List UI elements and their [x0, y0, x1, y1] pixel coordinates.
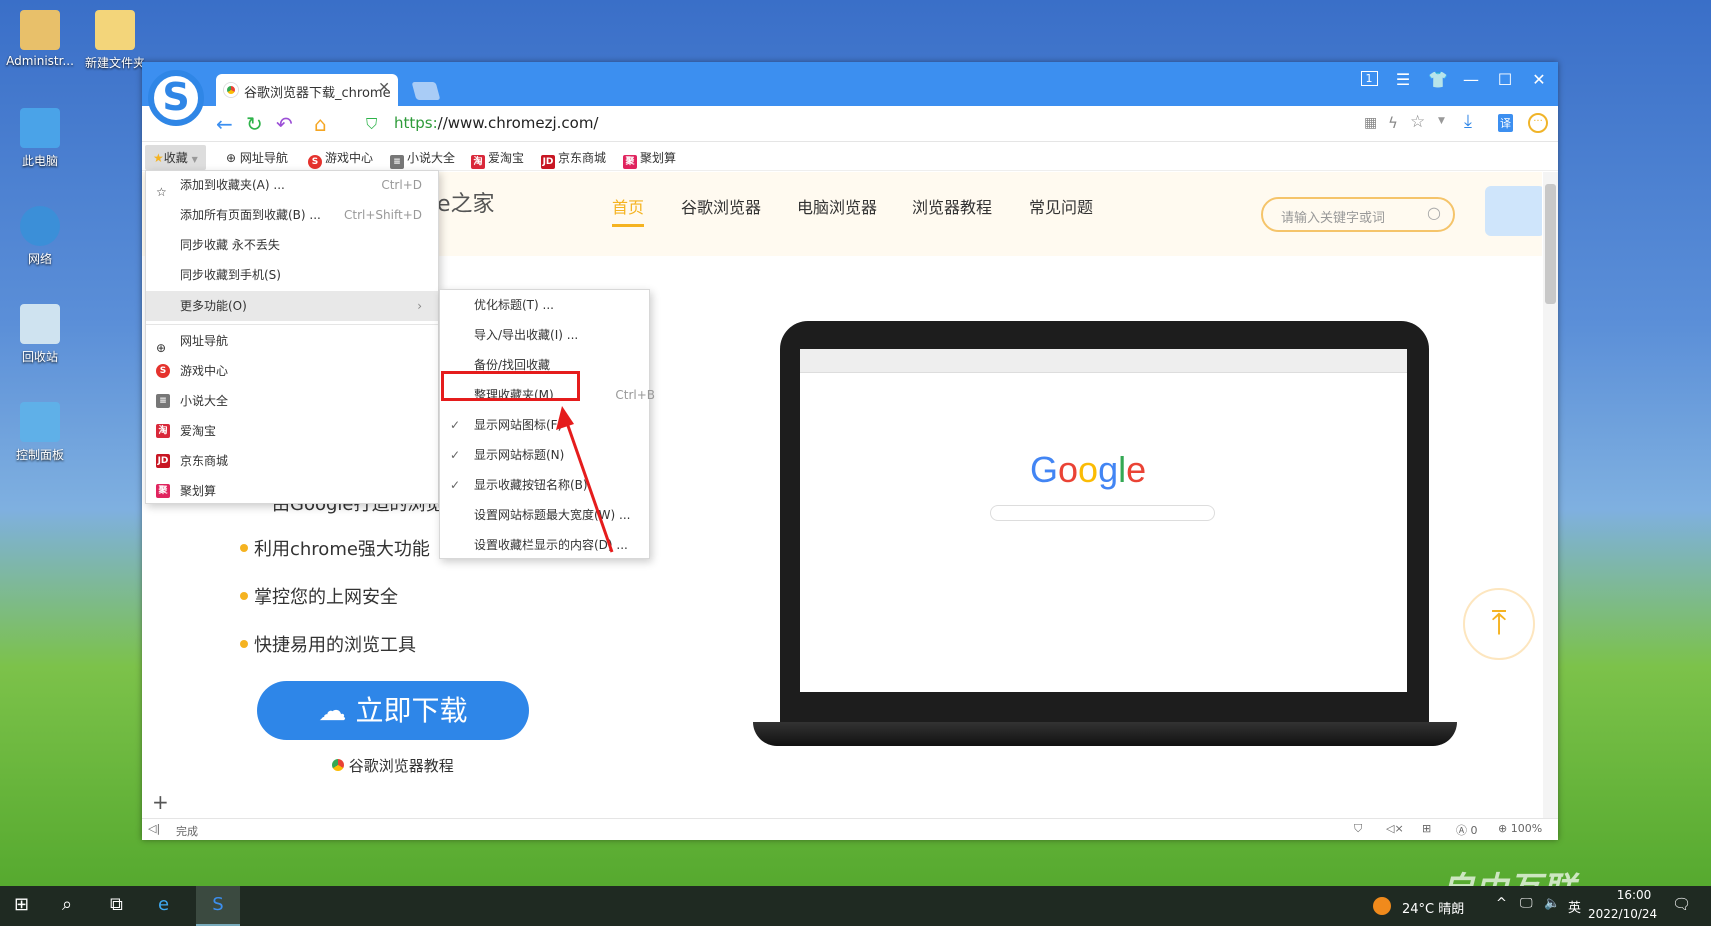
annotation-arrow [556, 406, 614, 553]
